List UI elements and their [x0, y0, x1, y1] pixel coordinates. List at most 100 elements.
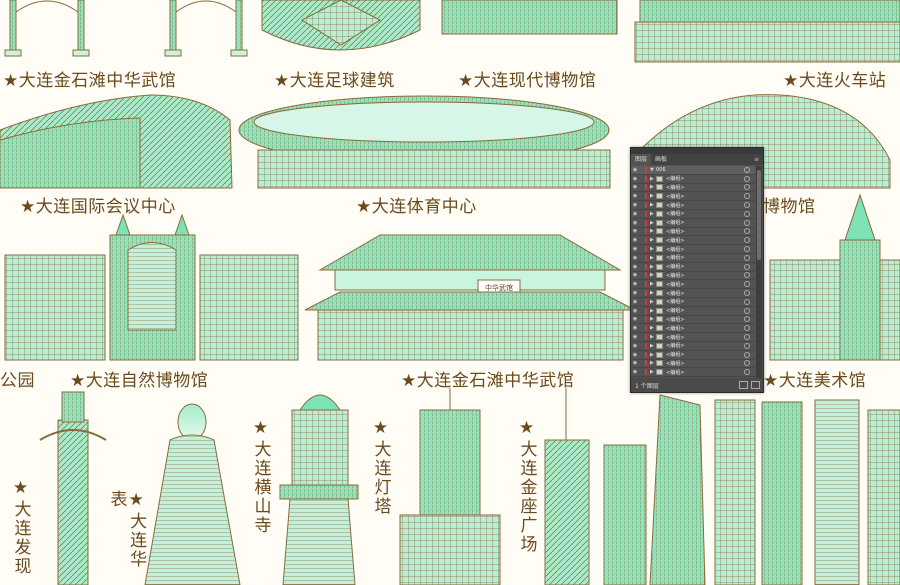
target-circle-icon[interactable]: [744, 316, 750, 323]
delete-icon[interactable]: [751, 381, 760, 389]
target-circle-icon[interactable]: [744, 342, 750, 349]
label-art-museum: ★大连美术馆: [763, 371, 867, 391]
panel-menu-icon[interactable]: ≡: [754, 156, 763, 163]
target-circle-icon[interactable]: [744, 360, 750, 367]
layer-name: <编组>: [666, 193, 685, 200]
target-circle-icon[interactable]: [744, 369, 750, 376]
layer-row[interactable]: ◉▶<编组>: [631, 272, 755, 281]
eye-icon[interactable]: ◉: [631, 211, 639, 217]
layer-list[interactable]: ◉ ▼ 006 ◉ ▶ <编组> ◉ ▶ <编组> ◉ ▶ <编组> ◉ ▶ <编组> ◉ ▶ <编组> ◉ ▶…: [631, 166, 755, 378]
sports-center: [238, 95, 611, 189]
eye-icon[interactable]: ◉: [631, 237, 639, 243]
target-circle-icon[interactable]: [744, 351, 750, 358]
layer-row[interactable]: ◉▶<编组>: [631, 289, 755, 298]
layer-row[interactable]: ◉▶<编组>: [631, 298, 755, 307]
natural-museum: [4, 213, 299, 361]
huabiao-column: [39, 391, 107, 585]
eye-icon[interactable]: ◉: [631, 281, 639, 287]
new-layer-icon[interactable]: [739, 381, 748, 389]
eye-icon[interactable]: ◉: [631, 299, 639, 305]
target-circle-icon[interactable]: [744, 228, 750, 235]
eye-icon[interactable]: ◉: [631, 202, 639, 208]
target-circle-icon[interactable]: [744, 272, 750, 279]
eye-icon[interactable]: ◉: [631, 325, 639, 331]
jinshitan-gate-top: [4, 0, 248, 57]
layer-name: <编组>: [666, 176, 685, 183]
eye-icon[interactable]: ◉: [631, 228, 639, 234]
layer-name: <编组>: [666, 369, 685, 376]
eye-icon[interactable]: ◉: [631, 193, 639, 199]
eye-icon[interactable]: ◉: [631, 360, 639, 366]
layer-row[interactable]: ◉▶<编组>: [631, 342, 755, 351]
layer-thumbnail: [656, 307, 663, 314]
layer-row[interactable]: ◉▶<编组>: [631, 324, 755, 334]
target-circle-icon[interactable]: [744, 166, 750, 173]
layers-panel[interactable]: 图层 画板 ≡ ◉ ▼ 006 ◉ ▶ <编组> ◉ ▶ <编组> ◉ ▶ <编组> ◉ ▶ <编组>…: [630, 147, 764, 393]
label-jinshitan-mid: ★大连金石滩中华武馆: [401, 371, 575, 391]
eye-icon[interactable]: ◉: [631, 246, 639, 252]
layer-row[interactable]: ◉▶<编组>: [631, 316, 755, 325]
layer-row[interactable]: ◉▶<编组>: [631, 210, 755, 219]
layer-row[interactable]: ◉▶<编组>: [631, 228, 755, 237]
eye-icon[interactable]: ◉: [631, 369, 639, 375]
layer-row[interactable]: ◉▶<编组>: [631, 192, 755, 202]
eye-icon[interactable]: ◉: [631, 352, 639, 358]
target-circle-icon[interactable]: [744, 334, 750, 341]
layer-row[interactable]: ◉▶<编组>: [631, 307, 755, 316]
target-circle-icon[interactable]: [744, 184, 750, 191]
eye-icon[interactable]: ◉: [631, 272, 639, 278]
target-circle-icon[interactable]: [744, 237, 750, 244]
eye-icon[interactable]: ◉: [631, 308, 639, 314]
target-circle-icon[interactable]: [744, 290, 750, 297]
eye-icon[interactable]: ◉: [631, 316, 639, 322]
eye-icon[interactable]: ◉: [631, 264, 639, 270]
layer-row[interactable]: ◉▶<编组>: [631, 263, 755, 272]
hengshan-lighthouse: [279, 394, 359, 585]
eye-icon[interactable]: ◉: [631, 220, 639, 226]
eye-icon[interactable]: ◉: [631, 290, 639, 296]
layer-row[interactable]: ◉▶<编组>: [631, 219, 755, 228]
target-circle-icon[interactable]: [744, 193, 750, 200]
layer-row[interactable]: ◉▶<编组>: [631, 201, 755, 210]
layer-row[interactable]: ◉▶<编组>: [631, 333, 755, 342]
layer-name: <编组>: [666, 255, 685, 262]
target-circle-icon[interactable]: [744, 307, 750, 314]
layer-thumbnail: [656, 219, 663, 226]
eye-icon[interactable]: ◉: [631, 334, 639, 340]
target-circle-icon[interactable]: [744, 281, 750, 288]
layer-name: <编组>: [666, 272, 685, 279]
layer-row[interactable]: ◉▶<编组>: [631, 245, 755, 254]
layer-row[interactable]: ◉▶<编组>: [631, 254, 755, 263]
target-circle-icon[interactable]: [744, 325, 750, 332]
layer-row[interactable]: ◉▶<编组>: [631, 175, 755, 184]
panel-scrollbar[interactable]: [756, 166, 762, 378]
label-faxian: ★大连发现: [10, 478, 31, 576]
eye-icon[interactable]: ◉: [631, 176, 639, 182]
layer-row[interactable]: ◉▶<编组>: [631, 368, 755, 378]
eye-icon[interactable]: ◉: [631, 184, 639, 190]
tab-layers[interactable]: 图层: [631, 154, 652, 165]
layer-thumbnail: [656, 193, 663, 200]
eye-icon[interactable]: ◉: [631, 255, 639, 261]
target-circle-icon[interactable]: [744, 298, 750, 305]
layer-row[interactable]: ◉▶<编组>: [631, 351, 755, 360]
layer-row[interactable]: ◉▶<编组>: [631, 360, 755, 369]
layer-row[interactable]: ◉▶<编组>: [631, 184, 755, 193]
layer-name: <编组>: [666, 360, 685, 367]
target-circle-icon[interactable]: [744, 175, 750, 182]
eye-icon[interactable]: ◉: [631, 167, 639, 173]
target-circle-icon[interactable]: [744, 210, 750, 217]
layer-thumbnail: [656, 316, 663, 323]
tab-artboards[interactable]: 画板: [651, 154, 671, 165]
target-circle-icon[interactable]: [744, 202, 750, 209]
target-circle-icon[interactable]: [744, 219, 750, 226]
target-circle-icon[interactable]: [744, 263, 750, 270]
layer-thumbnail: [656, 272, 663, 279]
target-circle-icon[interactable]: [744, 254, 750, 261]
layer-row[interactable]: ◉▶<编组>: [631, 236, 755, 246]
layer-row[interactable]: ◉▶<编组>: [631, 280, 755, 290]
target-circle-icon[interactable]: [744, 246, 750, 253]
scrollbar-thumb[interactable]: [757, 170, 761, 260]
eye-icon[interactable]: ◉: [631, 343, 639, 349]
layer-row-group[interactable]: ◉ ▼ 006: [631, 166, 755, 175]
